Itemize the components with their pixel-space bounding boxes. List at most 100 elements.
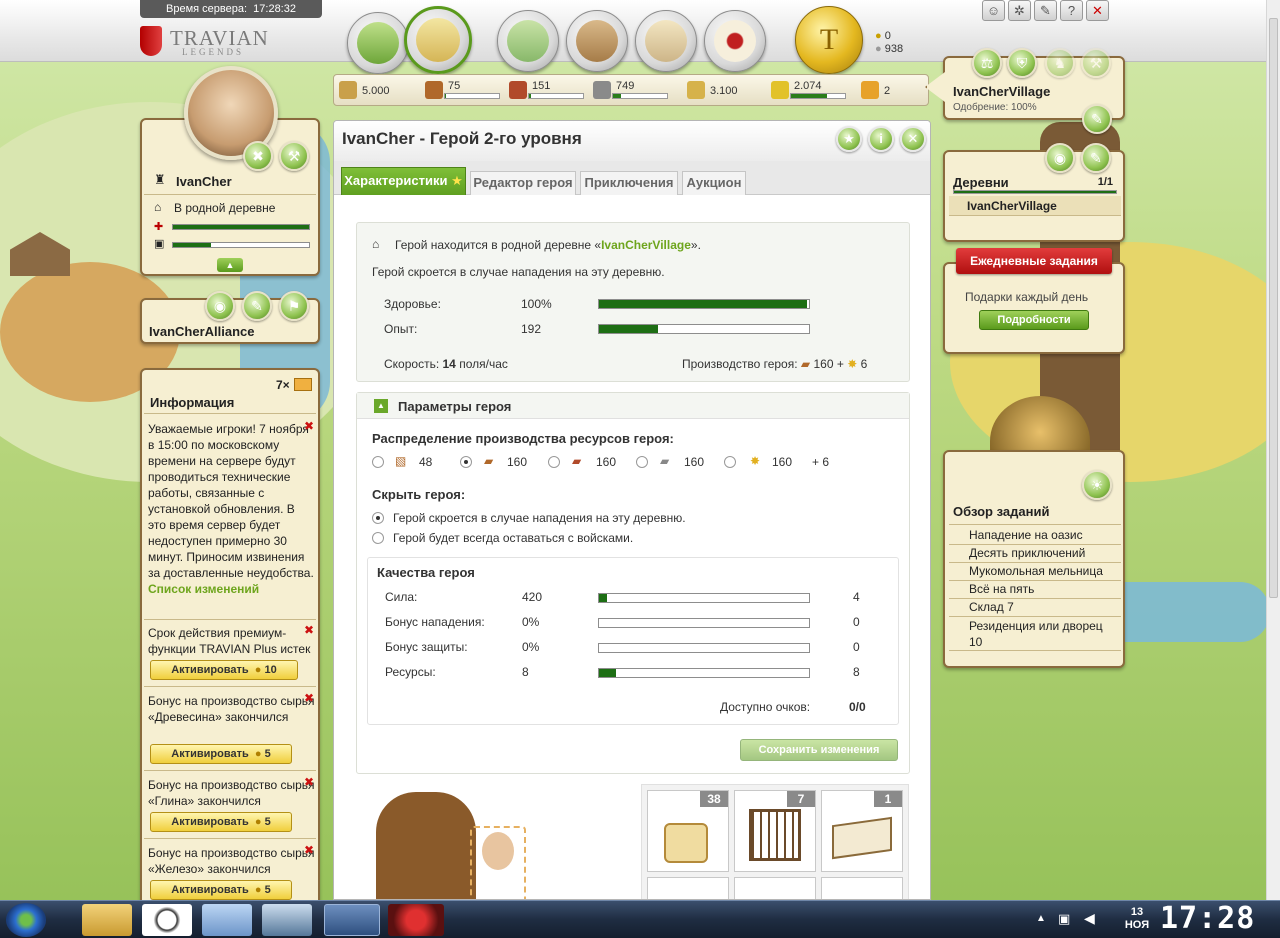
- quest-item[interactable]: Всё на пять: [969, 582, 1034, 596]
- iron-bar: [612, 93, 668, 99]
- distribution-all-radio[interactable]: [372, 456, 384, 468]
- close-message-icon[interactable]: ✖: [304, 419, 314, 433]
- network-icon[interactable]: ▣: [1058, 911, 1070, 927]
- nav-village-button[interactable]: [404, 6, 472, 74]
- collapse-arrow-icon[interactable]: ▲: [217, 258, 243, 272]
- village-list-item[interactable]: IvanCherVillage: [967, 199, 1057, 213]
- gold-coin-icon: ●: [875, 30, 882, 42]
- item-count: 38: [700, 791, 728, 807]
- quest-item[interactable]: Склад 7: [969, 600, 1014, 614]
- inventory-slot-book[interactable]: 1: [821, 790, 903, 872]
- info-icon[interactable]: i: [868, 126, 894, 152]
- tab-auction[interactable]: Аукцион: [682, 171, 746, 195]
- quest-item[interactable]: Десять приключений: [969, 546, 1085, 560]
- gold-club-button[interactable]: T: [795, 6, 863, 74]
- workshop-icon[interactable]: ⚒: [1081, 48, 1111, 78]
- rename-village-icon[interactable]: ✎: [1082, 104, 1112, 134]
- hide-option-radio[interactable]: [372, 512, 384, 524]
- scrollbar-thumb[interactable]: [1269, 18, 1278, 598]
- quest-item[interactable]: Мукомольная мельница: [969, 564, 1103, 578]
- tray-arrow-icon[interactable]: ▲: [1036, 913, 1046, 924]
- changelog-link[interactable]: Список изменений: [148, 581, 316, 597]
- villages-overview-eye-icon[interactable]: ◉: [1045, 143, 1075, 173]
- distribution-wood-radio[interactable]: [460, 456, 472, 468]
- item-count: 1: [874, 791, 902, 807]
- nav-map-button[interactable]: [497, 10, 559, 72]
- alliance-forum-icon[interactable]: ✎: [242, 291, 272, 321]
- nav-messages-button[interactable]: [704, 10, 766, 72]
- inventory-slot[interactable]: [821, 877, 903, 899]
- profile-icon[interactable]: ☺: [982, 0, 1005, 21]
- crop-consumption-icon: [861, 81, 879, 99]
- villages-edit-icon[interactable]: ✎: [1081, 143, 1111, 173]
- start-button[interactable]: [6, 903, 46, 937]
- exp-label: Опыт:: [384, 322, 418, 336]
- close-message-icon[interactable]: ✖: [304, 623, 314, 637]
- quest-item[interactable]: Нападение на оазис: [969, 528, 1083, 542]
- distribution-clay-radio[interactable]: [548, 456, 560, 468]
- all-resources-icon: ▧: [395, 454, 407, 468]
- activate-button[interactable]: Активировать ● 5: [150, 812, 292, 832]
- close-message-icon[interactable]: ✖: [304, 775, 314, 789]
- calculator-icon[interactable]: [202, 904, 252, 936]
- points-value: 0/0: [849, 700, 866, 714]
- hero-revive-icon[interactable]: ✖: [243, 141, 273, 171]
- nav-resources-button[interactable]: [347, 12, 409, 74]
- alliance-eye-icon[interactable]: ◉: [205, 291, 235, 321]
- daily-quests-banner[interactable]: Ежедневные задания: [956, 248, 1112, 274]
- inventory-slot[interactable]: [647, 877, 729, 899]
- inventory-slot-cage[interactable]: 7: [734, 790, 816, 872]
- browser-icon[interactable]: [324, 904, 380, 936]
- explorer-icon[interactable]: [82, 904, 132, 936]
- activate-button[interactable]: Активировать ● 5: [150, 880, 292, 900]
- volume-icon[interactable]: ◀: [1084, 910, 1095, 927]
- alliance-name[interactable]: IvanCherAlliance: [149, 324, 255, 339]
- alliance-flag-icon[interactable]: ⚑: [279, 291, 309, 321]
- page-scrollbar[interactable]: [1266, 0, 1280, 900]
- warehouse-value: 5.000: [362, 85, 390, 97]
- close-message-icon[interactable]: ✖: [304, 843, 314, 857]
- hero-helmet-icon: ♜: [154, 172, 166, 187]
- favorite-star-icon[interactable]: ★: [836, 126, 862, 152]
- close-window-icon[interactable]: ✕: [900, 126, 926, 152]
- barracks-icon[interactable]: ⛨: [1007, 48, 1037, 78]
- inventory-slot-ointment[interactable]: 38: [647, 790, 729, 872]
- quality-bar: [598, 668, 810, 678]
- logout-close-icon[interactable]: ✕: [1086, 0, 1109, 21]
- distribution-iron-radio[interactable]: [636, 456, 648, 468]
- details-button[interactable]: Подробности: [979, 310, 1089, 330]
- nav-statistics-button[interactable]: [566, 10, 628, 72]
- computer-icon[interactable]: [262, 904, 312, 936]
- distribution-crop-radio[interactable]: [724, 456, 736, 468]
- activate-button[interactable]: Активировать ● 10: [150, 660, 298, 680]
- notes-edit-icon[interactable]: ✎: [1034, 0, 1057, 21]
- info-title: Информация: [150, 395, 235, 410]
- stable-icon[interactable]: ♞: [1045, 48, 1075, 78]
- marketplace-icon[interactable]: ⚖: [972, 48, 1002, 78]
- inventory-slot[interactable]: [734, 877, 816, 899]
- village-name[interactable]: IvanCherVillage: [953, 84, 1050, 99]
- help-question-icon[interactable]: ?: [1060, 0, 1083, 21]
- save-changes-button[interactable]: Сохранить изменения: [740, 739, 898, 761]
- tab-adventures[interactable]: Приключения: [580, 171, 678, 195]
- opera-icon[interactable]: [388, 904, 444, 936]
- app-icon[interactable]: [142, 904, 192, 936]
- settings-gear-icon[interactable]: ✲: [1008, 0, 1031, 21]
- tab-hero-editor[interactable]: Редактор героя: [470, 171, 576, 195]
- quest-lightbulb-icon[interactable]: ☀: [1082, 470, 1112, 500]
- stay-option-radio[interactable]: [372, 532, 384, 544]
- collapse-params-icon[interactable]: ▲: [374, 399, 388, 413]
- tab-attributes[interactable]: Характеристики ★: [341, 167, 466, 195]
- qualities-title: Качества героя: [377, 565, 475, 580]
- horse-image: [376, 792, 476, 899]
- hero-adventure-icon[interactable]: ⚒: [279, 141, 309, 171]
- quest-item[interactable]: Резиденция или дворец 10: [969, 618, 1119, 650]
- quality-points: 8: [853, 665, 860, 679]
- nav-reports-button[interactable]: [635, 10, 697, 72]
- activate-button[interactable]: Активировать ● 5: [150, 744, 292, 764]
- village-link[interactable]: IvanCherVillage: [601, 238, 691, 252]
- village-icon: [416, 18, 460, 62]
- tray-clock[interactable]: 17:28: [1160, 901, 1255, 936]
- travian-logo[interactable]: TRAVIAN LEGENDS: [140, 24, 268, 58]
- close-message-icon[interactable]: ✖: [304, 691, 314, 705]
